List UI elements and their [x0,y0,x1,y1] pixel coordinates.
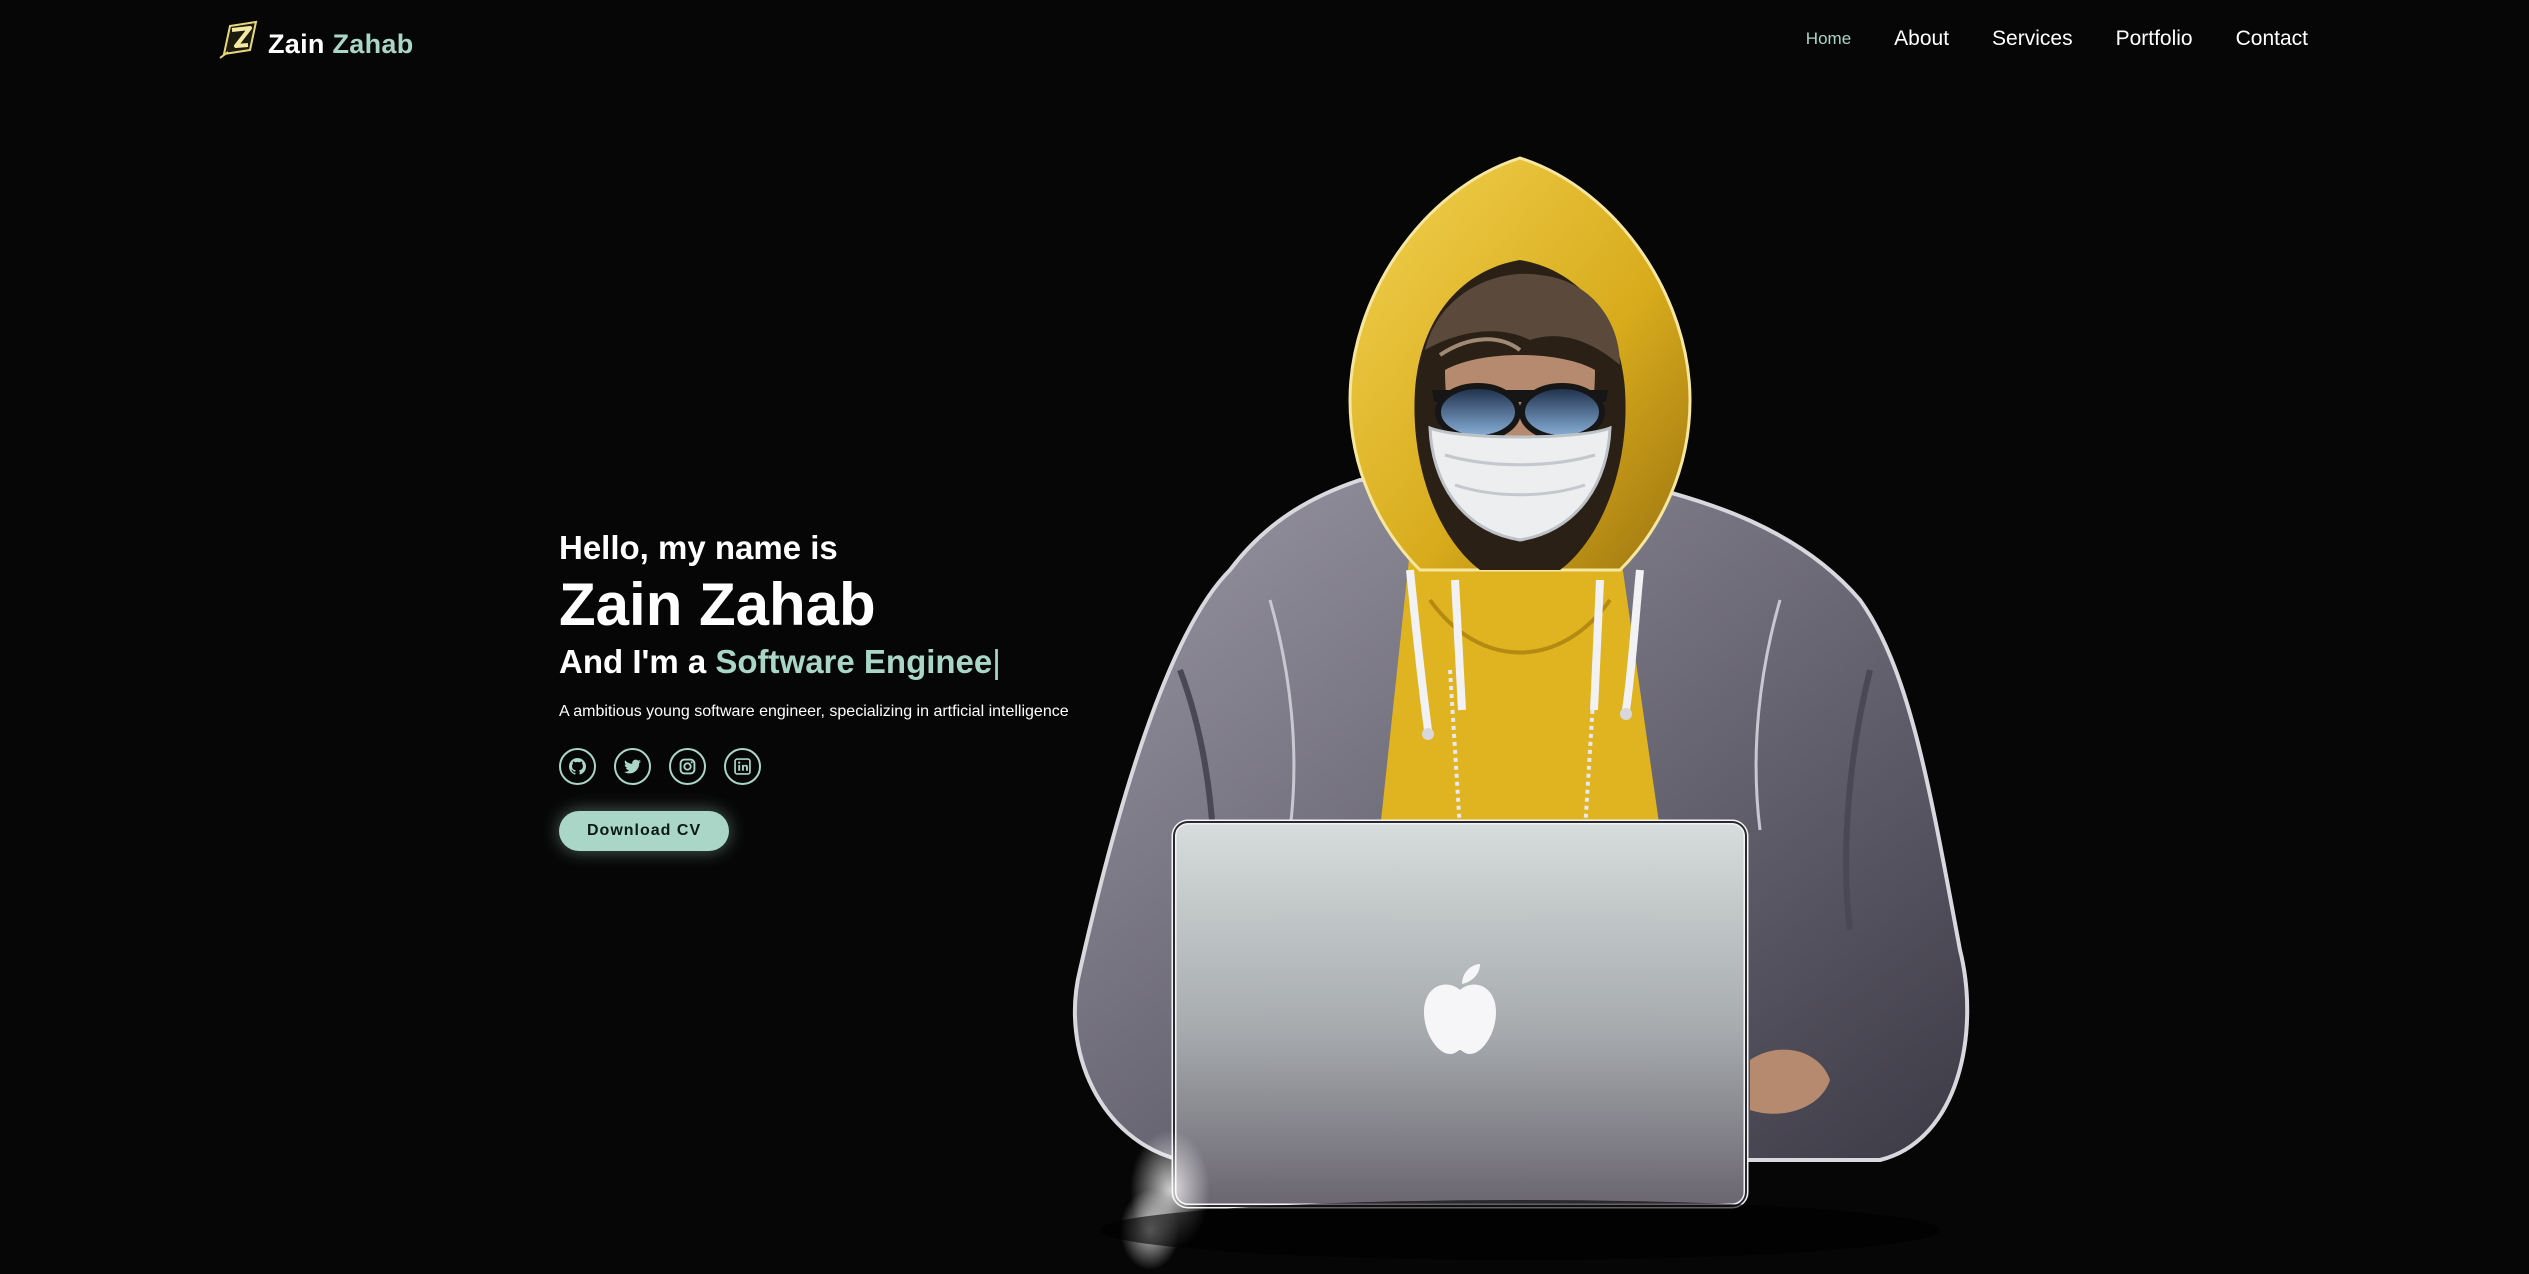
brand-logo[interactable]: Zain Zahab [216,18,414,64]
nav-contact[interactable]: Contact [2236,26,2308,52]
instagram-link[interactable] [669,748,706,785]
page: Zain Zahab Home About Services Portfolio… [0,0,2529,1274]
typing-cursor: | [992,643,1001,680]
brand-last-name: Zahab [332,28,414,59]
linkedin-icon [734,758,751,775]
nav-home[interactable]: Home [1806,26,1851,52]
role-typed-text: Software Enginee [715,643,993,680]
download-cv-button[interactable]: Download CV [559,811,730,851]
nav-services[interactable]: Services [1992,26,2073,52]
github-icon [569,758,586,775]
twitter-link[interactable] [614,748,651,785]
github-link[interactable] [559,748,596,785]
brand-first-name: Zain [268,28,325,59]
hooded-hacker-with-laptop-illustration [1060,150,1980,1274]
nav-portfolio[interactable]: Portfolio [2116,26,2193,52]
linkedin-link[interactable] [724,748,761,785]
hacker-illustration [1072,156,1970,1270]
z-lightning-logo-icon [219,20,258,59]
twitter-icon [624,759,641,774]
role-prefix: And I'm a [559,643,716,680]
main-nav: Home About Services Portfolio Contact [1763,26,2308,52]
nav-about[interactable]: About [1894,26,1949,52]
instagram-icon [679,758,696,775]
brand-name: Zain Zahab [268,29,414,60]
